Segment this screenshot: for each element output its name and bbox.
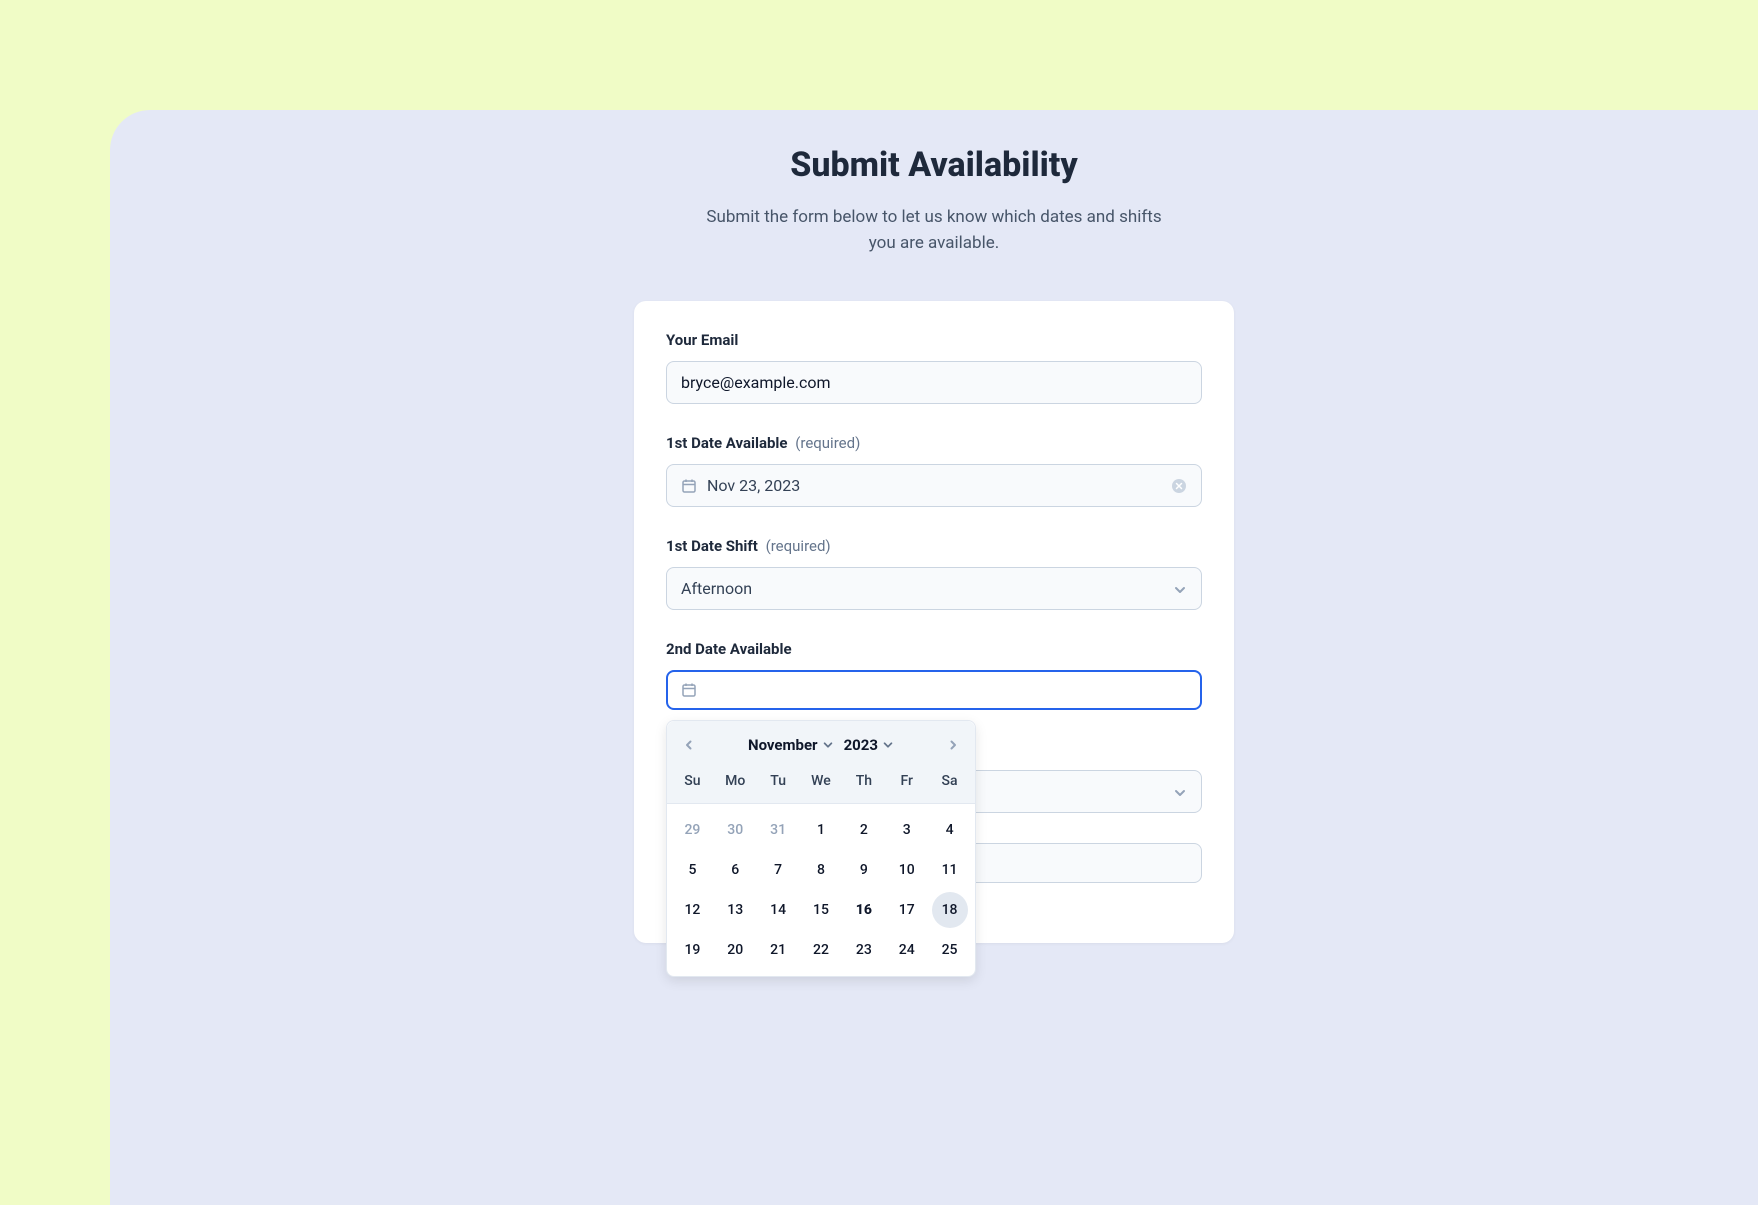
date1-input[interactable]: Nov 23, 2023 (666, 464, 1202, 507)
date2-form-group: 2nd Date Available (666, 640, 1202, 710)
page-container: Submit Availability Submit the form belo… (110, 110, 1758, 1205)
calendar-weekday: Fr (885, 769, 928, 793)
calendar-header: November 2023 (667, 721, 975, 769)
date1-label: 1st Date Available (required) (666, 434, 1202, 452)
date2-label: 2nd Date Available (666, 640, 1202, 658)
calendar-day[interactable]: 11 (932, 852, 968, 888)
calendar-weekday: Su (671, 769, 714, 793)
page-subtitle: Submit the form below to let us know whi… (694, 205, 1174, 256)
calendar-day[interactable]: 12 (674, 892, 710, 928)
calendar-year-label: 2023 (844, 736, 878, 754)
calendar-month-select[interactable]: November (748, 736, 834, 754)
calendar-month-label: November (748, 736, 818, 754)
date1-form-group: 1st Date Available (required) Nov 23, 20… (666, 434, 1202, 507)
calendar-day[interactable]: 30 (717, 812, 753, 848)
calendar-weekday: Mo (714, 769, 757, 793)
calendar-day[interactable]: 1 (803, 812, 839, 848)
shift1-select[interactable]: Afternoon (666, 567, 1202, 610)
shift1-required-hint: (required) (766, 537, 831, 555)
calendar-icon (681, 478, 697, 494)
email-label: Your Email (666, 331, 1202, 349)
calendar-weekday: We (800, 769, 843, 793)
calendar-day[interactable]: 22 (803, 932, 839, 968)
calendar-day[interactable]: 19 (674, 932, 710, 968)
date1-required-hint: (required) (795, 434, 860, 452)
calendar-next-button[interactable] (943, 735, 963, 755)
calendar-day[interactable]: 8 (803, 852, 839, 888)
calendar-day[interactable]: 6 (717, 852, 753, 888)
chevron-down-icon (1173, 582, 1187, 596)
shift1-value: Afternoon (681, 579, 1173, 598)
calendar-day[interactable]: 24 (889, 932, 925, 968)
calendar-popup: November 2023 (666, 720, 976, 977)
email-input[interactable] (666, 361, 1202, 404)
calendar-day[interactable]: 10 (889, 852, 925, 888)
calendar-day[interactable]: 2 (846, 812, 882, 848)
calendar-weekday: Th (842, 769, 885, 793)
calendar-day[interactable]: 20 (717, 932, 753, 968)
shift1-label-text: 1st Date Shift (666, 537, 758, 555)
calendar-weekday: Sa (928, 769, 971, 793)
email-form-group: Your Email (666, 331, 1202, 404)
calendar-day[interactable]: 17 (889, 892, 925, 928)
chevron-down-icon (1173, 785, 1187, 799)
calendar-day[interactable]: 16 (846, 892, 882, 928)
date1-value: Nov 23, 2023 (707, 476, 1171, 495)
calendar-month-year: November 2023 (748, 736, 894, 754)
calendar-day[interactable]: 31 (760, 812, 796, 848)
calendar-day[interactable]: 9 (846, 852, 882, 888)
calendar-day[interactable]: 14 (760, 892, 796, 928)
calendar-day[interactable]: 25 (932, 932, 968, 968)
shift1-form-group: 1st Date Shift (required) Afternoon (666, 537, 1202, 610)
calendar-icon (681, 682, 697, 698)
clear-icon[interactable] (1171, 478, 1187, 494)
calendar-days-grid: 2930311234567891011121314151617181920212… (667, 804, 975, 976)
calendar-weekdays: SuMoTuWeThFrSa (667, 769, 975, 804)
calendar-day[interactable]: 18 (932, 892, 968, 928)
calendar-day[interactable]: 23 (846, 932, 882, 968)
calendar-day[interactable]: 7 (760, 852, 796, 888)
content-wrapper: Submit Availability Submit the form belo… (634, 145, 1234, 943)
shift1-label: 1st Date Shift (required) (666, 537, 1202, 555)
date2-input[interactable] (666, 670, 1202, 710)
calendar-day[interactable]: 3 (889, 812, 925, 848)
calendar-day[interactable]: 13 (717, 892, 753, 928)
calendar-day[interactable]: 4 (932, 812, 968, 848)
date1-label-text: 1st Date Available (666, 434, 788, 452)
calendar-year-select[interactable]: 2023 (844, 736, 894, 754)
form-card: Your Email 1st Date Available (required) (634, 301, 1234, 943)
page-title: Submit Availability (634, 145, 1234, 185)
calendar-day[interactable]: 29 (674, 812, 710, 848)
calendar-day[interactable]: 15 (803, 892, 839, 928)
calendar-day[interactable]: 21 (760, 932, 796, 968)
calendar-day[interactable]: 5 (674, 852, 710, 888)
calendar-prev-button[interactable] (679, 735, 699, 755)
calendar-weekday: Tu (757, 769, 800, 793)
